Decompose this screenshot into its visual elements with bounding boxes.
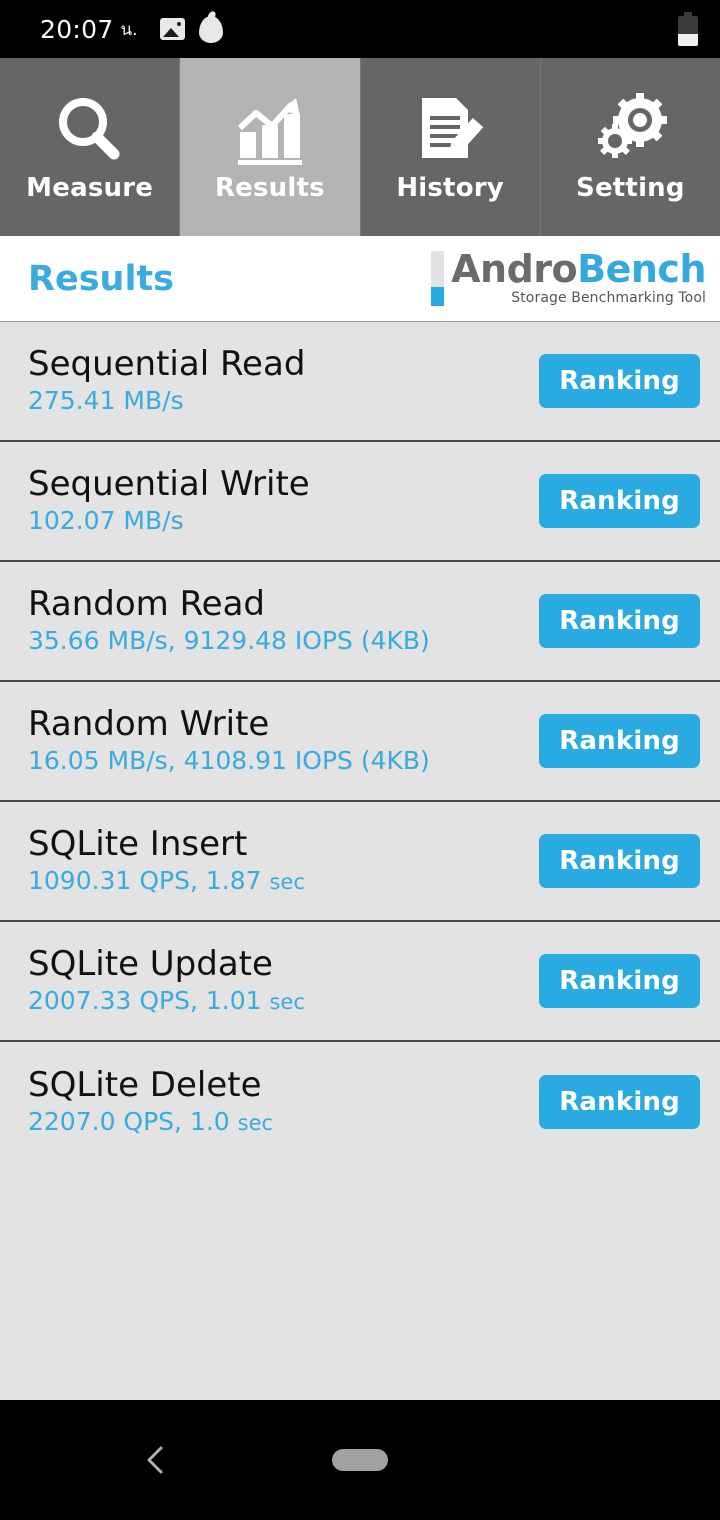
result-value: 16.05 MB/s, 4108.91 IOPS (4KB) — [28, 746, 430, 776]
page-header: Results AndroBench Storage Benchmarking … — [0, 236, 720, 322]
tab-setting-label: Setting — [576, 173, 685, 203]
ranking-button[interactable]: Ranking — [539, 834, 700, 888]
status-bar-time-unit: น. — [120, 19, 138, 40]
tab-results-label: Results — [214, 173, 325, 203]
tab-bar: Measure Results History Setting — [0, 58, 720, 236]
status-bar-notification-icons — [159, 15, 223, 43]
logo-tagline: Storage Benchmarking Tool — [511, 289, 706, 306]
tab-history[interactable]: History — [360, 58, 541, 236]
logo-name: AndroBench — [451, 250, 706, 288]
bar-chart-icon — [227, 91, 313, 167]
result-value: 35.66 MB/s, 9129.48 IOPS (4KB) — [28, 626, 430, 656]
result-title: Random Write — [28, 704, 270, 745]
phone-screen: 20:07 น. Measure Results History Setting… — [0, 0, 720, 1520]
result-value-unit: sec — [269, 870, 305, 895]
ranking-button[interactable]: Ranking — [539, 1075, 700, 1129]
document-pencil-icon — [407, 91, 493, 167]
tab-measure-label: Measure — [26, 173, 154, 203]
ranking-button[interactable]: Ranking — [539, 594, 700, 648]
status-bar-time: 20:07 — [40, 14, 114, 44]
row-texts: SQLite Delete 2207.0 QPS, 1.0 sec — [28, 1065, 274, 1137]
row-texts: Sequential Write 102.07 MB/s — [28, 464, 310, 536]
system-navigation-bar — [0, 1400, 720, 1520]
ranking-button[interactable]: Ranking — [539, 954, 700, 1008]
battery-icon — [678, 12, 698, 46]
table-row[interactable]: Sequential Write 102.07 MB/s Ranking — [0, 442, 720, 562]
back-chevron-icon[interactable] — [140, 1443, 174, 1477]
row-texts: SQLite Update 2007.33 QPS, 1.01 sec — [28, 944, 305, 1016]
tab-setting[interactable]: Setting — [540, 58, 720, 236]
result-value: 1090.31 QPS, 1.87 sec — [28, 866, 305, 896]
results-list: Sequential Read 275.41 MB/s Ranking Sequ… — [0, 322, 720, 1400]
row-texts: Random Read 35.66 MB/s, 9129.48 IOPS (4K… — [28, 584, 430, 656]
ranking-button[interactable]: Ranking — [539, 354, 700, 408]
magnifier-icon — [47, 91, 133, 167]
flame-icon — [198, 15, 223, 43]
table-row[interactable]: Random Write 16.05 MB/s, 4108.91 IOPS (4… — [0, 682, 720, 802]
result-title: Random Read — [28, 584, 266, 625]
result-value: 102.07 MB/s — [28, 506, 184, 536]
table-row[interactable]: SQLite Delete 2207.0 QPS, 1.0 sec Rankin… — [0, 1042, 720, 1162]
status-bar: 20:07 น. — [0, 0, 720, 58]
result-value-unit: sec — [269, 990, 305, 1015]
logo-accent-bar — [431, 251, 445, 306]
ranking-button[interactable]: Ranking — [539, 474, 700, 528]
gears-icon — [587, 91, 673, 167]
row-texts: SQLite Insert 1090.31 QPS, 1.87 sec — [28, 824, 305, 896]
table-row[interactable]: SQLite Insert 1090.31 QPS, 1.87 sec Rank… — [0, 802, 720, 922]
androbench-logo: AndroBench Storage Benchmarking Tool — [431, 250, 706, 306]
result-value: 275.41 MB/s — [28, 386, 184, 416]
logo-name-part1: Andro — [451, 247, 578, 292]
result-title: Sequential Write — [28, 464, 310, 505]
result-value: 2207.0 QPS, 1.0 sec — [28, 1107, 274, 1137]
row-texts: Sequential Read 275.41 MB/s — [28, 344, 306, 416]
result-title: SQLite Update — [28, 944, 273, 985]
result-title: SQLite Delete — [28, 1065, 262, 1106]
table-row[interactable]: Random Read 35.66 MB/s, 9129.48 IOPS (4K… — [0, 562, 720, 682]
page-title: Results — [28, 258, 174, 299]
tab-measure[interactable]: Measure — [0, 58, 181, 236]
table-row[interactable]: SQLite Update 2007.33 QPS, 1.01 sec Rank… — [0, 922, 720, 1042]
home-pill-icon[interactable] — [332, 1449, 388, 1471]
image-icon — [159, 18, 185, 40]
result-title: Sequential Read — [28, 344, 306, 385]
table-row[interactable]: Sequential Read 275.41 MB/s Ranking — [0, 322, 720, 442]
ranking-button[interactable]: Ranking — [539, 714, 700, 768]
result-value: 2007.33 QPS, 1.01 sec — [28, 986, 305, 1016]
tab-history-label: History — [396, 173, 504, 203]
logo-name-part2: Bench — [577, 247, 706, 292]
result-title: SQLite Insert — [28, 824, 248, 865]
row-texts: Random Write 16.05 MB/s, 4108.91 IOPS (4… — [28, 704, 430, 776]
result-value-unit: sec — [237, 1111, 274, 1136]
tab-results[interactable]: Results — [180, 58, 361, 236]
logo-text: AndroBench Storage Benchmarking Tool — [451, 250, 706, 306]
